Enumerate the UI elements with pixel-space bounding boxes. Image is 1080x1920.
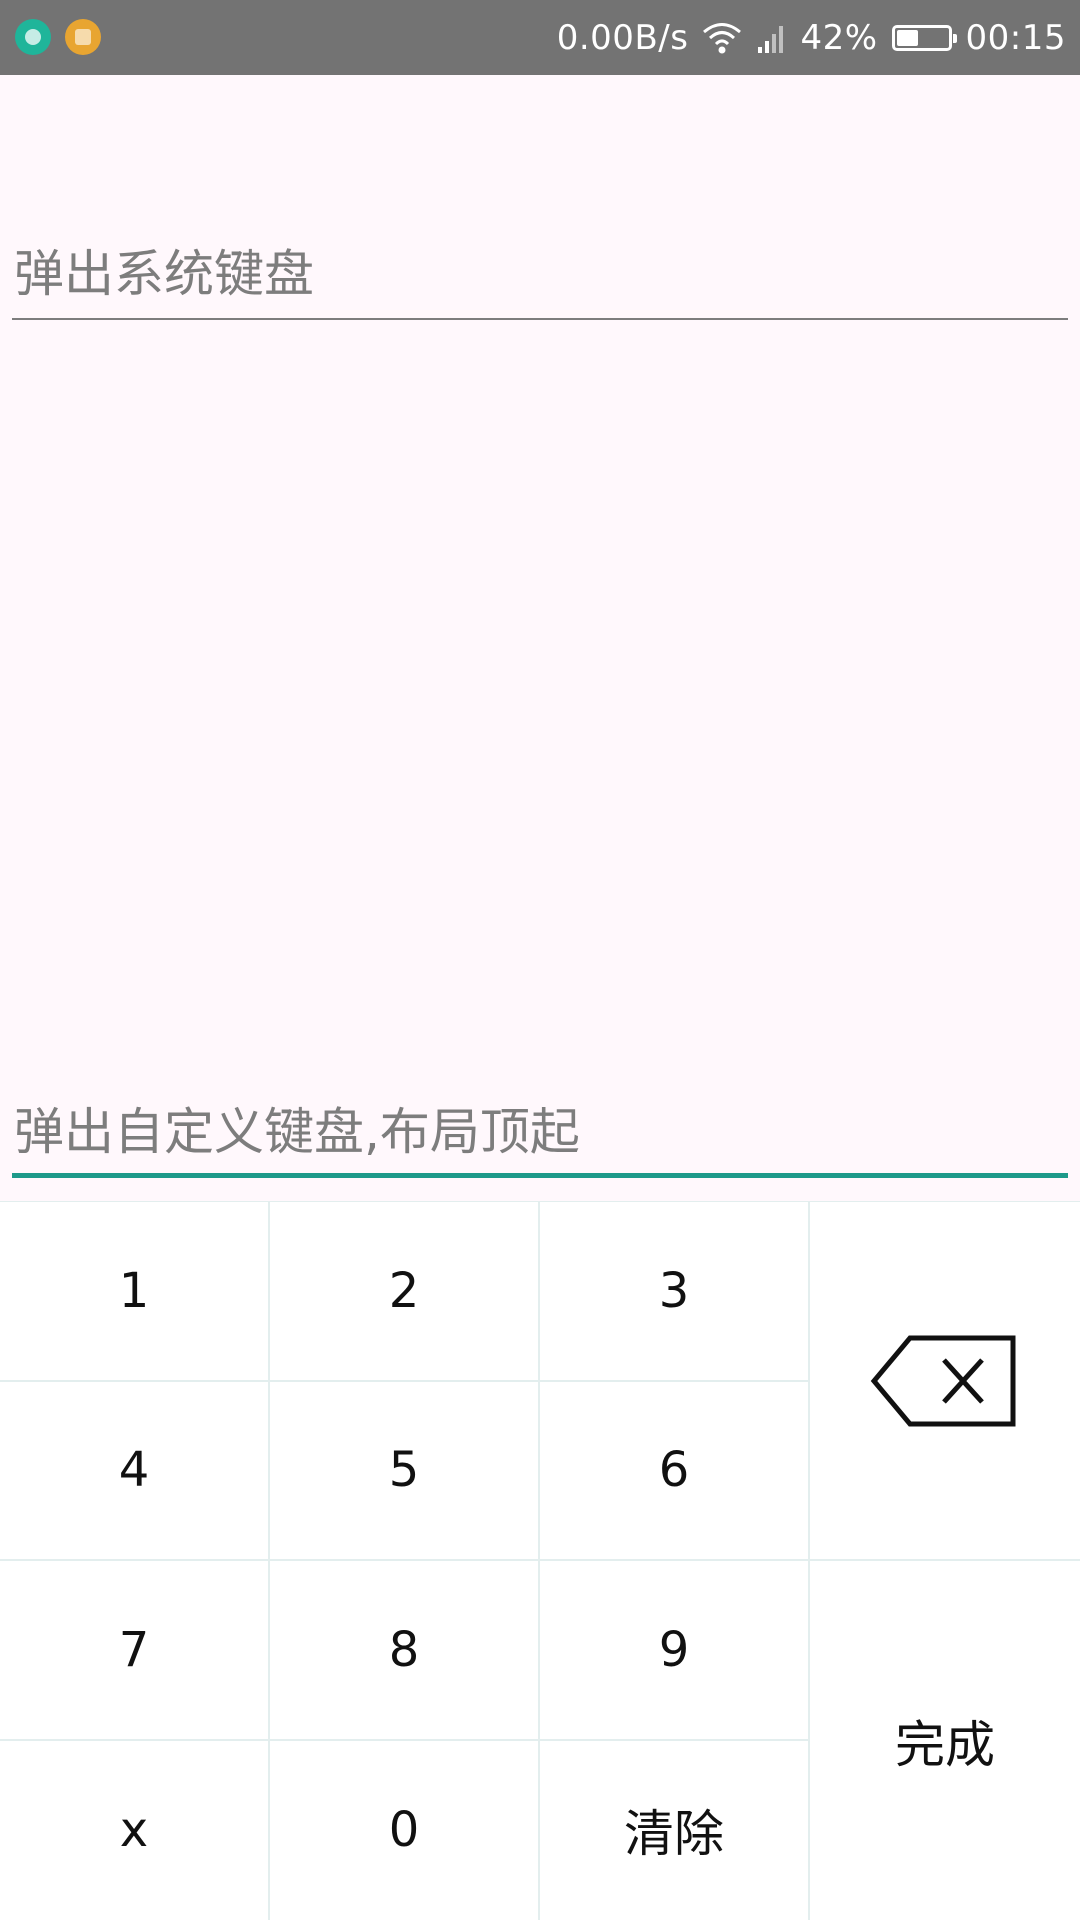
clear-key[interactable]: 清除 bbox=[540, 1740, 810, 1920]
input-underline bbox=[12, 318, 1068, 320]
clock: 00:15 bbox=[965, 17, 1066, 58]
key-8[interactable]: 8 bbox=[270, 1561, 540, 1741]
key-4[interactable]: 4 bbox=[0, 1381, 270, 1561]
input-underline-focused bbox=[12, 1173, 1068, 1178]
battery-icon bbox=[891, 24, 957, 51]
done-key[interactable]: 完成 bbox=[810, 1561, 1080, 1920]
status-bar: 0.00B/s 42% 00:15 bbox=[0, 0, 1080, 75]
key-0[interactable]: 0 bbox=[270, 1740, 540, 1920]
key-9[interactable]: 9 bbox=[540, 1561, 810, 1741]
status-right-group: 0.00B/s 42% 00:15 bbox=[543, 0, 1066, 75]
custom-keyboard-placeholder: 弹出自定义键盘,布局顶起 bbox=[14, 1103, 580, 1161]
key-6[interactable]: 6 bbox=[540, 1381, 810, 1561]
key-7[interactable]: 7 bbox=[0, 1561, 270, 1741]
custom-numeric-keypad: 1 2 3 4 5 6 7 8 9 完成 x 0 清除 bbox=[0, 1201, 1080, 1920]
battery-level bbox=[896, 29, 918, 46]
key-x[interactable]: x bbox=[0, 1740, 270, 1920]
network-speed: 0.00B/s bbox=[556, 17, 689, 58]
battery-percent: 42% bbox=[800, 17, 878, 58]
slides-app-icon bbox=[65, 19, 101, 55]
key-5[interactable]: 5 bbox=[270, 1381, 540, 1561]
custom-keyboard-input[interactable]: 弹出自定义键盘,布局顶起 bbox=[12, 1098, 1068, 1178]
backspace-key[interactable] bbox=[810, 1202, 1080, 1561]
backspace-icon bbox=[870, 1335, 1016, 1426]
emoji-app-icon bbox=[15, 19, 51, 55]
key-2[interactable]: 2 bbox=[270, 1202, 540, 1382]
signal-icon bbox=[758, 25, 784, 53]
wifi-icon bbox=[703, 22, 742, 53]
system-keyboard-placeholder: 弹出系统键盘 bbox=[14, 245, 314, 303]
key-3[interactable]: 3 bbox=[540, 1202, 810, 1382]
system-keyboard-input[interactable]: 弹出系统键盘 bbox=[12, 240, 1068, 320]
key-1[interactable]: 1 bbox=[0, 1202, 270, 1382]
